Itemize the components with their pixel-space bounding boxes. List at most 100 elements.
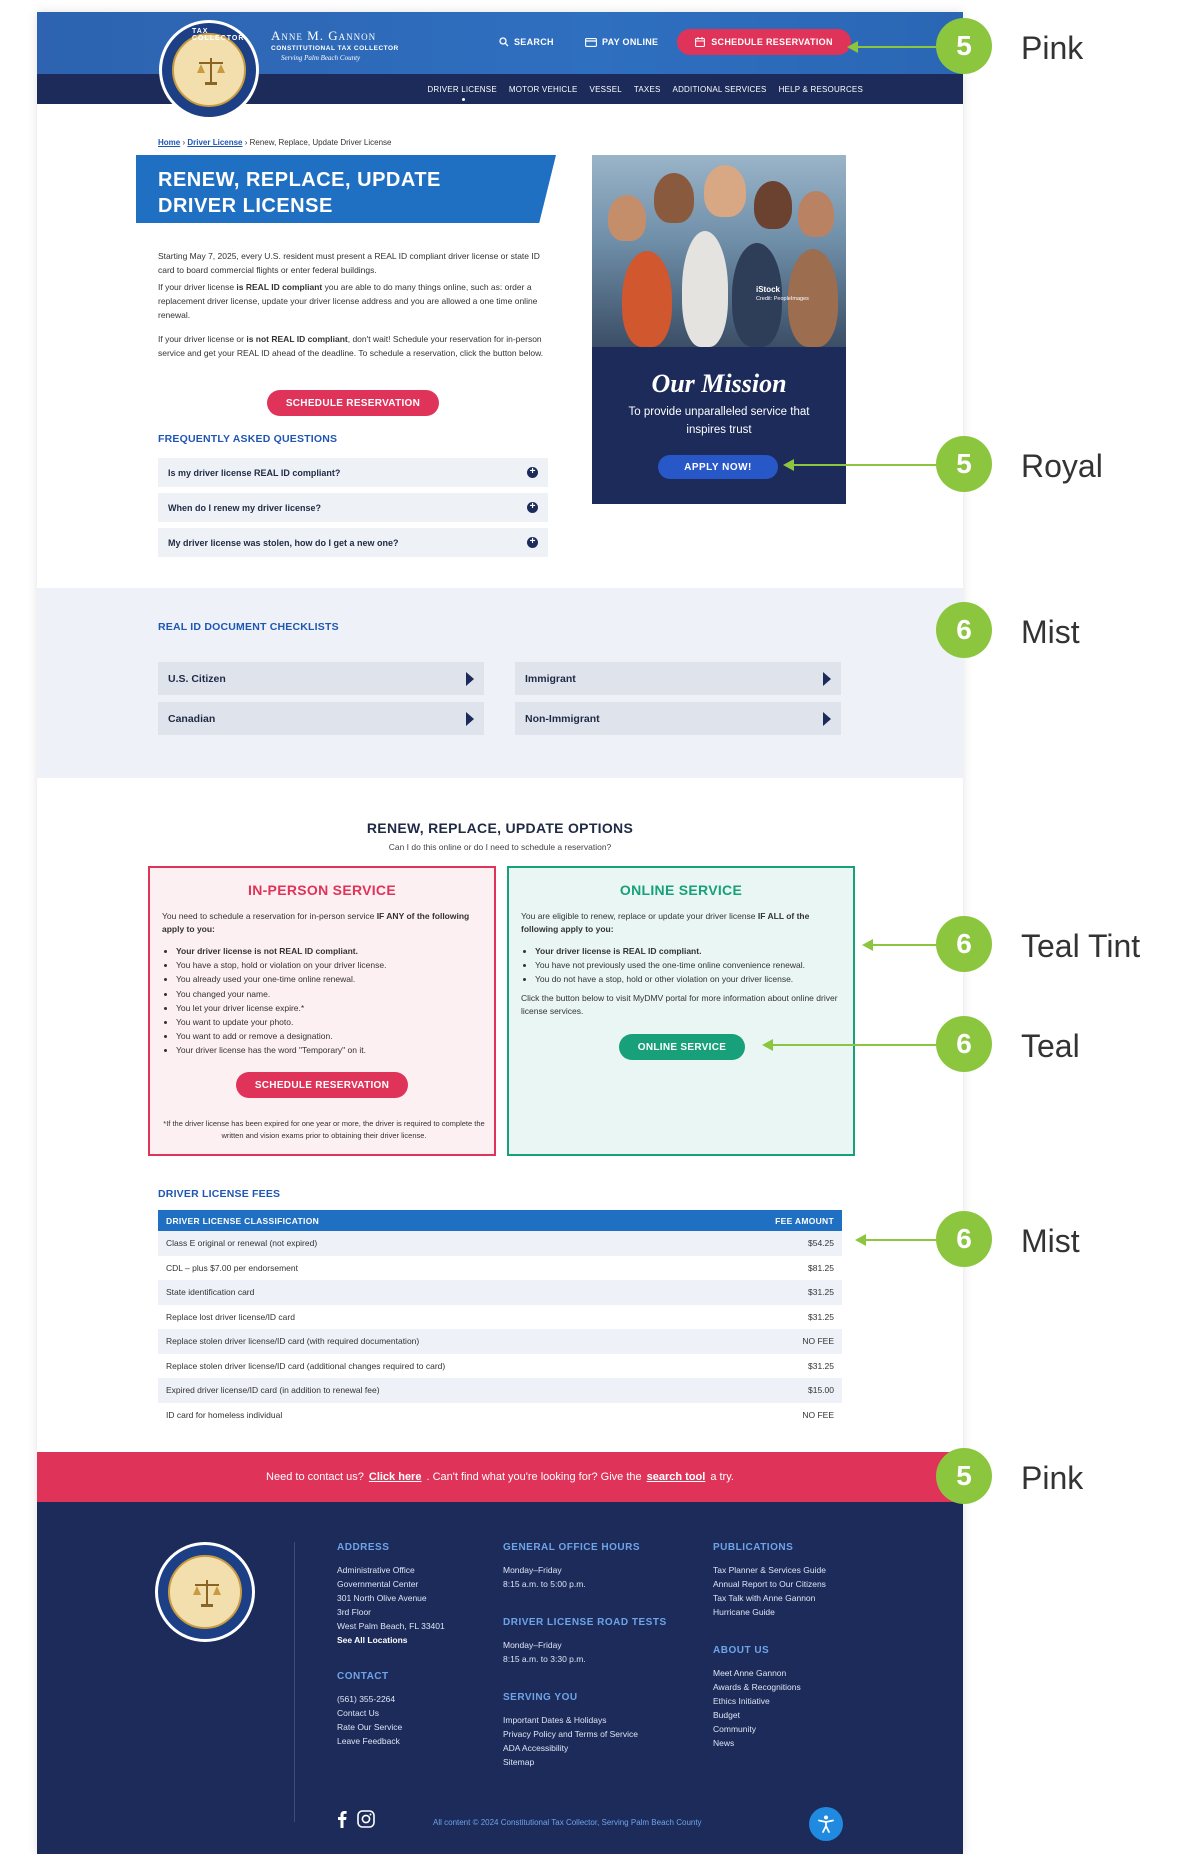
caret-right-icon [823,671,831,686]
fee-amount: $31.25 [808,1360,834,1371]
search-tool-link[interactable]: search tool [647,1471,706,1483]
accessibility-button[interactable] [809,1807,843,1841]
footer-link[interactable]: (561) 355-2264 [337,1692,445,1706]
fee-classification: Expired driver license/ID card (in addit… [166,1385,380,1396]
mission-text: To provide unparalleled service that ins… [628,406,810,436]
breadcrumb-driver-license[interactable]: Driver License [187,138,242,147]
plus-icon: + [527,467,538,478]
footer-seal-logo[interactable] [155,1542,255,1642]
brand-name[interactable]: Anne M. Gannon [271,28,376,44]
team-photo: iStock Credit: PeopleImages [592,155,846,347]
footer-link[interactable]: Tax Talk with Anne Gannon [713,1591,826,1605]
footer-link[interactable]: Tax Planner & Services Guide [713,1563,826,1577]
faq-item[interactable]: When do I renew my driver license? + [158,493,548,522]
nav-item[interactable]: TAXES [634,85,661,94]
in-person-intro: You need to schedule a reservation for i… [162,910,484,936]
faq-question: My driver license was stolen, how do I g… [168,537,399,548]
instagram-icon[interactable] [357,1810,375,1828]
faq-item[interactable]: Is my driver license REAL ID compliant? + [158,458,548,487]
table-row: Class E original or renewal (not expired… [158,1231,842,1256]
in-person-schedule-reservation-button[interactable]: SCHEDULE RESERVATION [236,1072,408,1098]
intro-schedule-reservation-button[interactable]: SCHEDULE RESERVATION [267,390,439,416]
checklist-immigrant[interactable]: Immigrant [515,662,841,695]
footer-link[interactable]: Sitemap [503,1755,667,1769]
checklist-us-citizen[interactable]: U.S. Citizen [158,662,484,695]
nav-item[interactable]: DRIVER LICENSE [427,85,497,101]
footer-link[interactable]: News [713,1736,826,1750]
criteria-item: You have not previously used the one-tim… [535,958,845,972]
nav-item[interactable]: ADDITIONAL SERVICES [673,85,767,94]
footer-link[interactable]: Leave Feedback [337,1734,445,1748]
fee-classification: State identification card [166,1287,255,1298]
arrow-line [871,944,936,946]
nav-item[interactable]: VESSEL [590,85,622,94]
footer-about-links: Meet Anne Gannon Awards & Recognitions Eth… [713,1666,826,1750]
page-title-line-2: DRIVER LICENSE [158,195,333,217]
footer-link[interactable]: Community [713,1722,826,1736]
annotation-badge: 6 [936,916,992,972]
breadcrumb-home[interactable]: Home [158,138,180,147]
checklist-canadian[interactable]: Canadian [158,702,484,735]
tax-collector-seal-logo[interactable]: TAX COLLECTOR [159,20,259,120]
footer-hours-line: Monday–Friday [503,1565,562,1575]
fee-amount: $15.00 [808,1385,834,1396]
options-subheading: Can I do this online or do I need to sch… [388,842,612,852]
footer-link[interactable]: ADA Accessibility [503,1741,667,1755]
search-label: SEARCH [514,37,554,47]
nav-item[interactable]: HELP & RESOURCES [779,85,863,94]
footer-link[interactable]: Ethics Initiative [713,1694,826,1708]
arrow-line [792,464,936,466]
in-person-service-card: IN-PERSON SERVICE You need to schedule a… [148,866,496,1156]
seal-center [172,33,246,107]
options-heading: RENEW, REPLACE, UPDATE OPTIONS [366,820,634,836]
stock-watermark: iStock [756,285,781,294]
annotation-badge: 5 [936,436,992,492]
intro-paragraph-1: Starting May 7, 2025, every U.S. residen… [158,251,540,275]
footer-link[interactable]: Privacy Policy and Terms of Service [503,1727,667,1741]
in-person-title: IN-PERSON SERVICE [248,882,396,898]
footer-link[interactable]: Important Dates & Holidays [503,1713,667,1727]
facebook-icon[interactable] [337,1810,347,1828]
criteria-item: You have a stop, hold or violation on yo… [176,958,486,972]
criteria-item: You already used your one-time online re… [176,972,486,986]
criteria-item: You want to update your photo. [176,1015,486,1029]
annotation-callout: 5 Pink [900,1448,1182,1506]
footer-link[interactable]: Awards & Recognitions [713,1680,826,1694]
checklist-label: Non-Immigrant [525,712,600,725]
footer-publications-column: PUBLICATIONS Tax Planner & Services Guid… [713,1542,826,1750]
footer-link[interactable]: Contact Us [337,1706,445,1720]
footer-link[interactable]: Hurricane Guide [713,1605,826,1619]
faq-item[interactable]: My driver license was stolen, how do I g… [158,528,548,557]
text: You are eligible to renew, replace or up… [521,911,758,921]
annotation-callout: 6 Mist [900,602,1182,660]
checklist-label: Canadian [168,712,216,725]
plus-icon: + [527,502,538,513]
click-here-link[interactable]: Click here [369,1471,422,1483]
pay-online-link[interactable]: PAY ONLINE [585,37,658,47]
footer-link[interactable]: Budget [713,1708,826,1722]
footer-link[interactable]: Annual Report to Our Citizens [713,1577,826,1591]
footer-hours-line: 8:15 a.m. to 5:00 p.m. [503,1579,586,1589]
annotation-callout: 5 Pink [847,18,1182,76]
checklist-non-immigrant[interactable]: Non-Immigrant [515,702,841,735]
fee-amount: $31.25 [808,1311,834,1322]
accessibility-icon [818,1815,834,1833]
table-row: Replace stolen driver license/ID card (w… [158,1329,842,1354]
see-all-locations-link[interactable]: See All Locations [337,1633,445,1647]
online-service-button[interactable]: ONLINE SERVICE [619,1034,745,1060]
schedule-reservation-button[interactable]: SCHEDULE RESERVATION [677,29,851,55]
online-text: Click the button below to visit MyDMV po… [521,993,838,1016]
footer-heading: CONTACT [337,1671,389,1682]
apply-now-button[interactable]: APPLY NOW! [658,455,778,479]
fee-classification: Replace stolen driver license/ID card (a… [166,1360,446,1371]
nav-item[interactable]: MOTOR VEHICLE [509,85,578,94]
social-links [337,1810,375,1828]
footer-link[interactable]: Rate Our Service [337,1720,445,1734]
footer-heading: DRIVER LICENSE ROAD TESTS [503,1617,667,1628]
footer-serving-links: Important Dates & Holidays Privacy Policy… [503,1713,667,1769]
search-link[interactable]: SEARCH [499,37,554,47]
annotation-label: Mist [1021,614,1080,650]
annotation-label: Mist [1021,1223,1080,1259]
table-row: Expired driver license/ID card (in addit… [158,1378,842,1403]
footer-link[interactable]: Meet Anne Gannon [713,1666,826,1680]
